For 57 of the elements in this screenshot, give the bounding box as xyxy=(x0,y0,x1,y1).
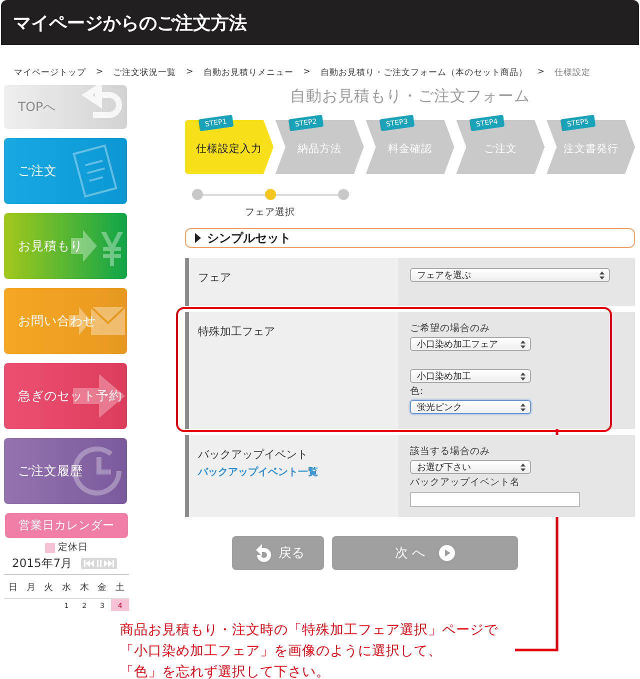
instruction-line: 商品お見積もり・注文時の「特殊加工フェア選択」ページで xyxy=(120,621,498,640)
weekday-label: 火 xyxy=(43,582,54,594)
progress-label: フェア選択 xyxy=(245,206,295,219)
dropdown-arrows-icon xyxy=(520,402,526,412)
breadcrumb-separator: > xyxy=(186,67,194,79)
form-title: 自動お見積もり・ご注文フォーム xyxy=(290,87,530,105)
step-label: 仕様設定入力 xyxy=(195,142,264,156)
calendar-nav-icon xyxy=(80,558,117,569)
holiday-swatch xyxy=(45,542,55,552)
weekday-label: 木 xyxy=(78,582,90,594)
sidebar-button[interactable]: お見積もり xyxy=(4,213,127,279)
field-note: 該当する場合のみ xyxy=(410,445,490,458)
calendar-button[interactable]: 営業日カレンダー xyxy=(5,513,128,538)
row-label: バックアップイベント xyxy=(198,447,308,462)
dropdown[interactable]: 蛍光ピンク xyxy=(410,400,531,414)
breadcrumb-separator: > xyxy=(303,67,310,79)
sidebar-button[interactable]: ご注文履歴 xyxy=(4,438,127,504)
row-label: フェア xyxy=(198,270,231,285)
weekday-label: 日 xyxy=(7,582,18,594)
page-title: マイページからのご注文方法 xyxy=(13,12,247,34)
weekday-label: 月 xyxy=(25,582,36,594)
field-note: ご希望の場合のみ xyxy=(410,322,490,335)
back-button[interactable]: 戻る xyxy=(232,536,324,570)
instruction-line: 「小口染め加工フェア」を画像のように選択して、 xyxy=(120,642,443,661)
next-button[interactable]: 次 へ xyxy=(332,536,518,570)
sidebar-button[interactable]: TOPへ xyxy=(4,85,127,129)
dropdown[interactable]: フェアを選ぶ xyxy=(410,268,610,282)
sidebar-button[interactable]: ご注文 xyxy=(4,138,127,204)
breadcrumb-link[interactable]: 自動お見積り・ご注文フォーム（本のセット商品） xyxy=(320,67,528,79)
section-header: シンプルセット xyxy=(185,228,635,248)
breadcrumb-link[interactable]: 自動お見積りメニュー xyxy=(203,67,294,79)
play-icon xyxy=(439,545,456,561)
dropdown[interactable]: 小口染め加工フェア xyxy=(410,337,531,351)
weekday-label: 金 xyxy=(96,582,108,594)
dropdown[interactable]: 小口染め加工 xyxy=(410,369,531,383)
weekday-label: 土 xyxy=(114,582,126,594)
sidebar-button[interactable]: 急ぎのセット予約 xyxy=(4,363,127,429)
field-note: バックアップイベント名 xyxy=(410,476,520,489)
row-label: 特殊加工フェア xyxy=(198,324,275,339)
dropdown-arrows-icon xyxy=(520,340,526,348)
field-note: 色: xyxy=(410,385,424,398)
dropdown-arrows-icon xyxy=(520,462,526,472)
dropdown[interactable]: お選び下さい xyxy=(410,460,531,474)
dropdown-arrows-icon xyxy=(520,372,526,380)
triangle-icon xyxy=(195,233,201,243)
instruction-line: 「色」を忘れず選択して下さい。 xyxy=(120,663,331,679)
dropdown-arrows-icon xyxy=(599,270,605,280)
breadcrumb-separator: > xyxy=(537,67,544,79)
input-field[interactable] xyxy=(410,492,580,507)
weekday-label: 水 xyxy=(60,582,72,594)
breadcrumb-link[interactable]: マイページトップ xyxy=(14,67,86,79)
breadcrumb-link[interactable]: ご注文状況一覧 xyxy=(113,67,176,79)
event-list-link[interactable]: バックアップイベント一覧 xyxy=(198,465,318,479)
breadcrumb-separator: > xyxy=(96,67,104,79)
legend-label: 定休日 xyxy=(58,541,88,554)
breadcrumb-current: 仕様設定 xyxy=(554,67,590,79)
calendar-month: 2015年7月 xyxy=(12,556,73,571)
